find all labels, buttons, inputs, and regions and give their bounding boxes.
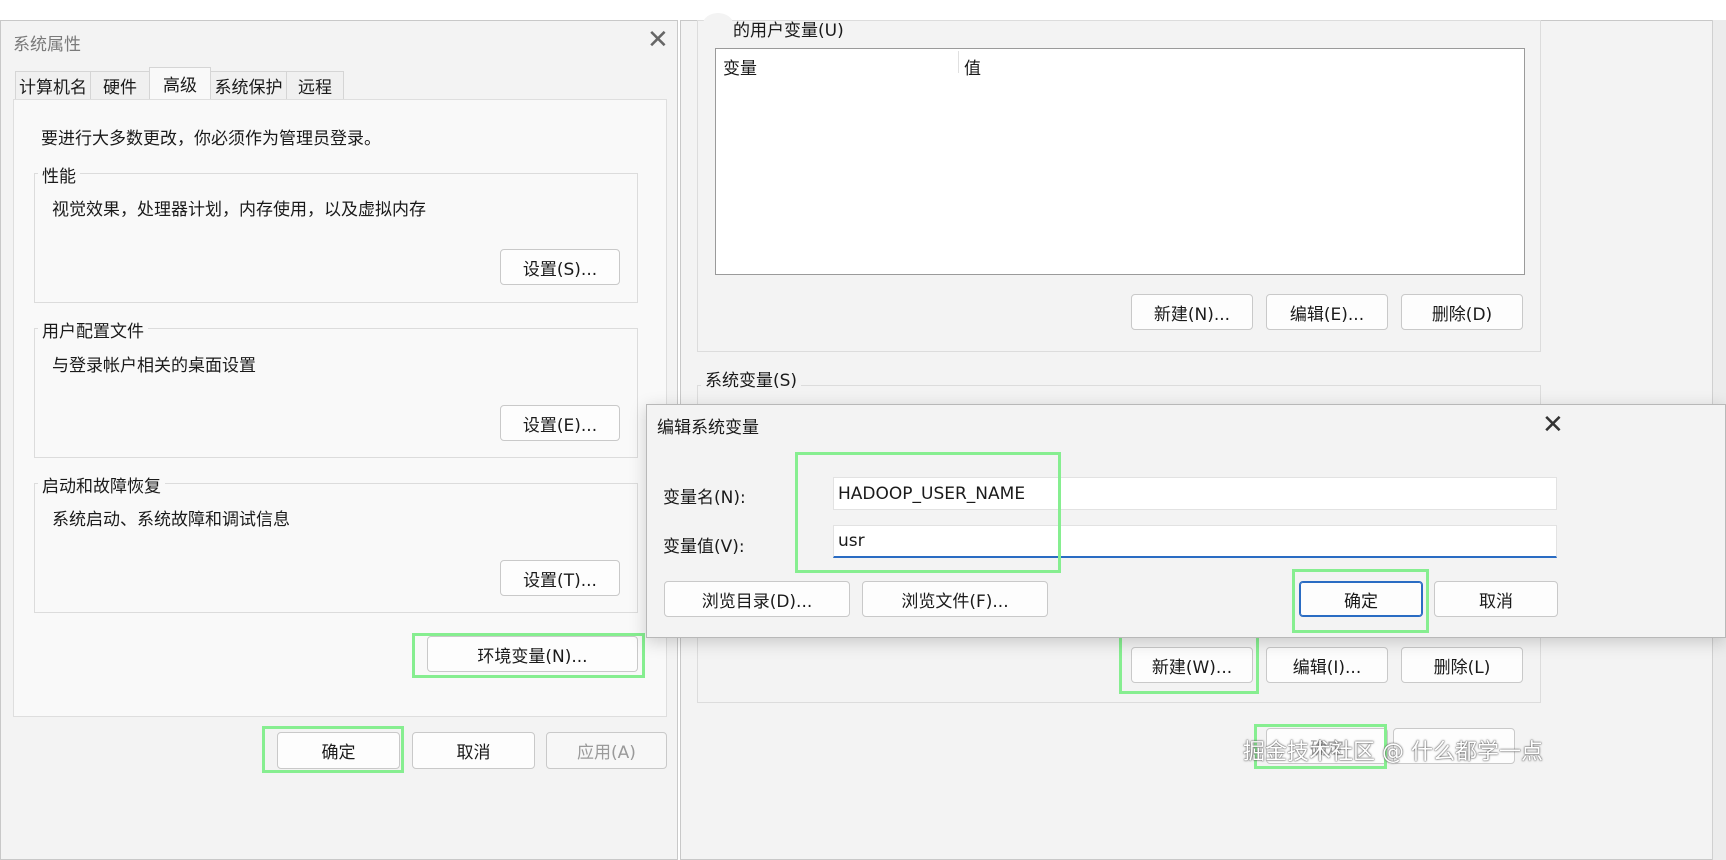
performance-desc: 视觉效果，处理器计划，内存使用，以及虚拟内存 bbox=[52, 200, 426, 220]
table-col-divider bbox=[958, 51, 959, 73]
admin-note: 要进行大多数更改，你必须作为管理员登录。 bbox=[41, 129, 381, 149]
browse-directory-button[interactable]: 浏览目录(D)... bbox=[664, 581, 850, 617]
dialog-close-icon[interactable]: ✕ bbox=[1542, 412, 1564, 438]
close-icon[interactable]: ✕ bbox=[647, 27, 669, 53]
user-edit-button[interactable]: 编辑(E)... bbox=[1266, 294, 1388, 330]
variable-value-input[interactable]: usr bbox=[833, 525, 1557, 558]
dialog-cancel-button[interactable]: 取消 bbox=[1434, 581, 1558, 617]
user-vars-section-title: 的用户变量(U) bbox=[733, 21, 844, 41]
system-delete-button[interactable]: 删除(L) bbox=[1401, 647, 1523, 683]
performance-title: 性能 bbox=[38, 162, 80, 187]
startup-title: 启动和故障恢复 bbox=[38, 472, 165, 497]
user-profile-settings-button[interactable]: 设置(E)... bbox=[500, 405, 620, 441]
user-avatar-blur bbox=[703, 13, 733, 35]
performance-settings-button[interactable]: 设置(S)... bbox=[500, 249, 620, 285]
variable-value-label: 变量值(V): bbox=[663, 537, 745, 557]
tab-advanced[interactable]: 高级 bbox=[149, 67, 211, 99]
edit-system-variable-dialog: 编辑系统变量 ✕ 变量名(N): HADOOP_USER_NAME 变量值(V)… bbox=[646, 404, 1726, 638]
variable-name-input[interactable]: HADOOP_USER_NAME bbox=[833, 477, 1557, 510]
col-value-header[interactable]: 值 bbox=[964, 54, 981, 79]
user-delete-button[interactable]: 删除(D) bbox=[1401, 294, 1523, 330]
user-vars-table[interactable] bbox=[715, 48, 1525, 275]
user-profile-title: 用户配置文件 bbox=[38, 317, 148, 342]
system-properties-window: 系统属性 ✕ 计算机名 硬件 高级 系统保护 远程 要进行大多数更改，你必须作为… bbox=[0, 20, 678, 860]
apply-button[interactable]: 应用(A) bbox=[546, 732, 667, 769]
system-new-button[interactable]: 新建(W)... bbox=[1131, 647, 1253, 683]
tab-computer-name[interactable]: 计算机名 bbox=[15, 71, 91, 99]
variable-name-label: 变量名(N): bbox=[663, 488, 746, 508]
cancel-button[interactable]: 取消 bbox=[412, 732, 535, 769]
user-new-button[interactable]: 新建(N)... bbox=[1131, 294, 1253, 330]
browse-file-button[interactable]: 浏览文件(F)... bbox=[862, 581, 1048, 617]
dialog-title: 编辑系统变量 bbox=[657, 418, 759, 438]
startup-settings-button[interactable]: 设置(T)... bbox=[500, 560, 620, 596]
col-variable-header[interactable]: 变量 bbox=[723, 54, 757, 79]
user-profile-desc: 与登录帐户相关的桌面设置 bbox=[52, 356, 256, 376]
startup-desc: 系统启动、系统故障和调试信息 bbox=[52, 510, 290, 530]
watermark: 掘金技术社区 @ 什么都学一点 bbox=[1243, 740, 1543, 765]
environment-variables-button[interactable]: 环境变量(N)... bbox=[427, 636, 638, 672]
system-vars-section-title: 系统变量(S) bbox=[701, 366, 802, 391]
window-title: 系统属性 bbox=[13, 35, 81, 55]
tab-hardware[interactable]: 硬件 bbox=[90, 71, 150, 99]
tab-remote[interactable]: 远程 bbox=[286, 71, 344, 99]
tab-system-protection[interactable]: 系统保护 bbox=[210, 71, 287, 99]
dialog-ok-button[interactable]: 确定 bbox=[1299, 581, 1423, 617]
system-edit-button[interactable]: 编辑(I)... bbox=[1266, 647, 1388, 683]
ok-button[interactable]: 确定 bbox=[277, 732, 400, 769]
